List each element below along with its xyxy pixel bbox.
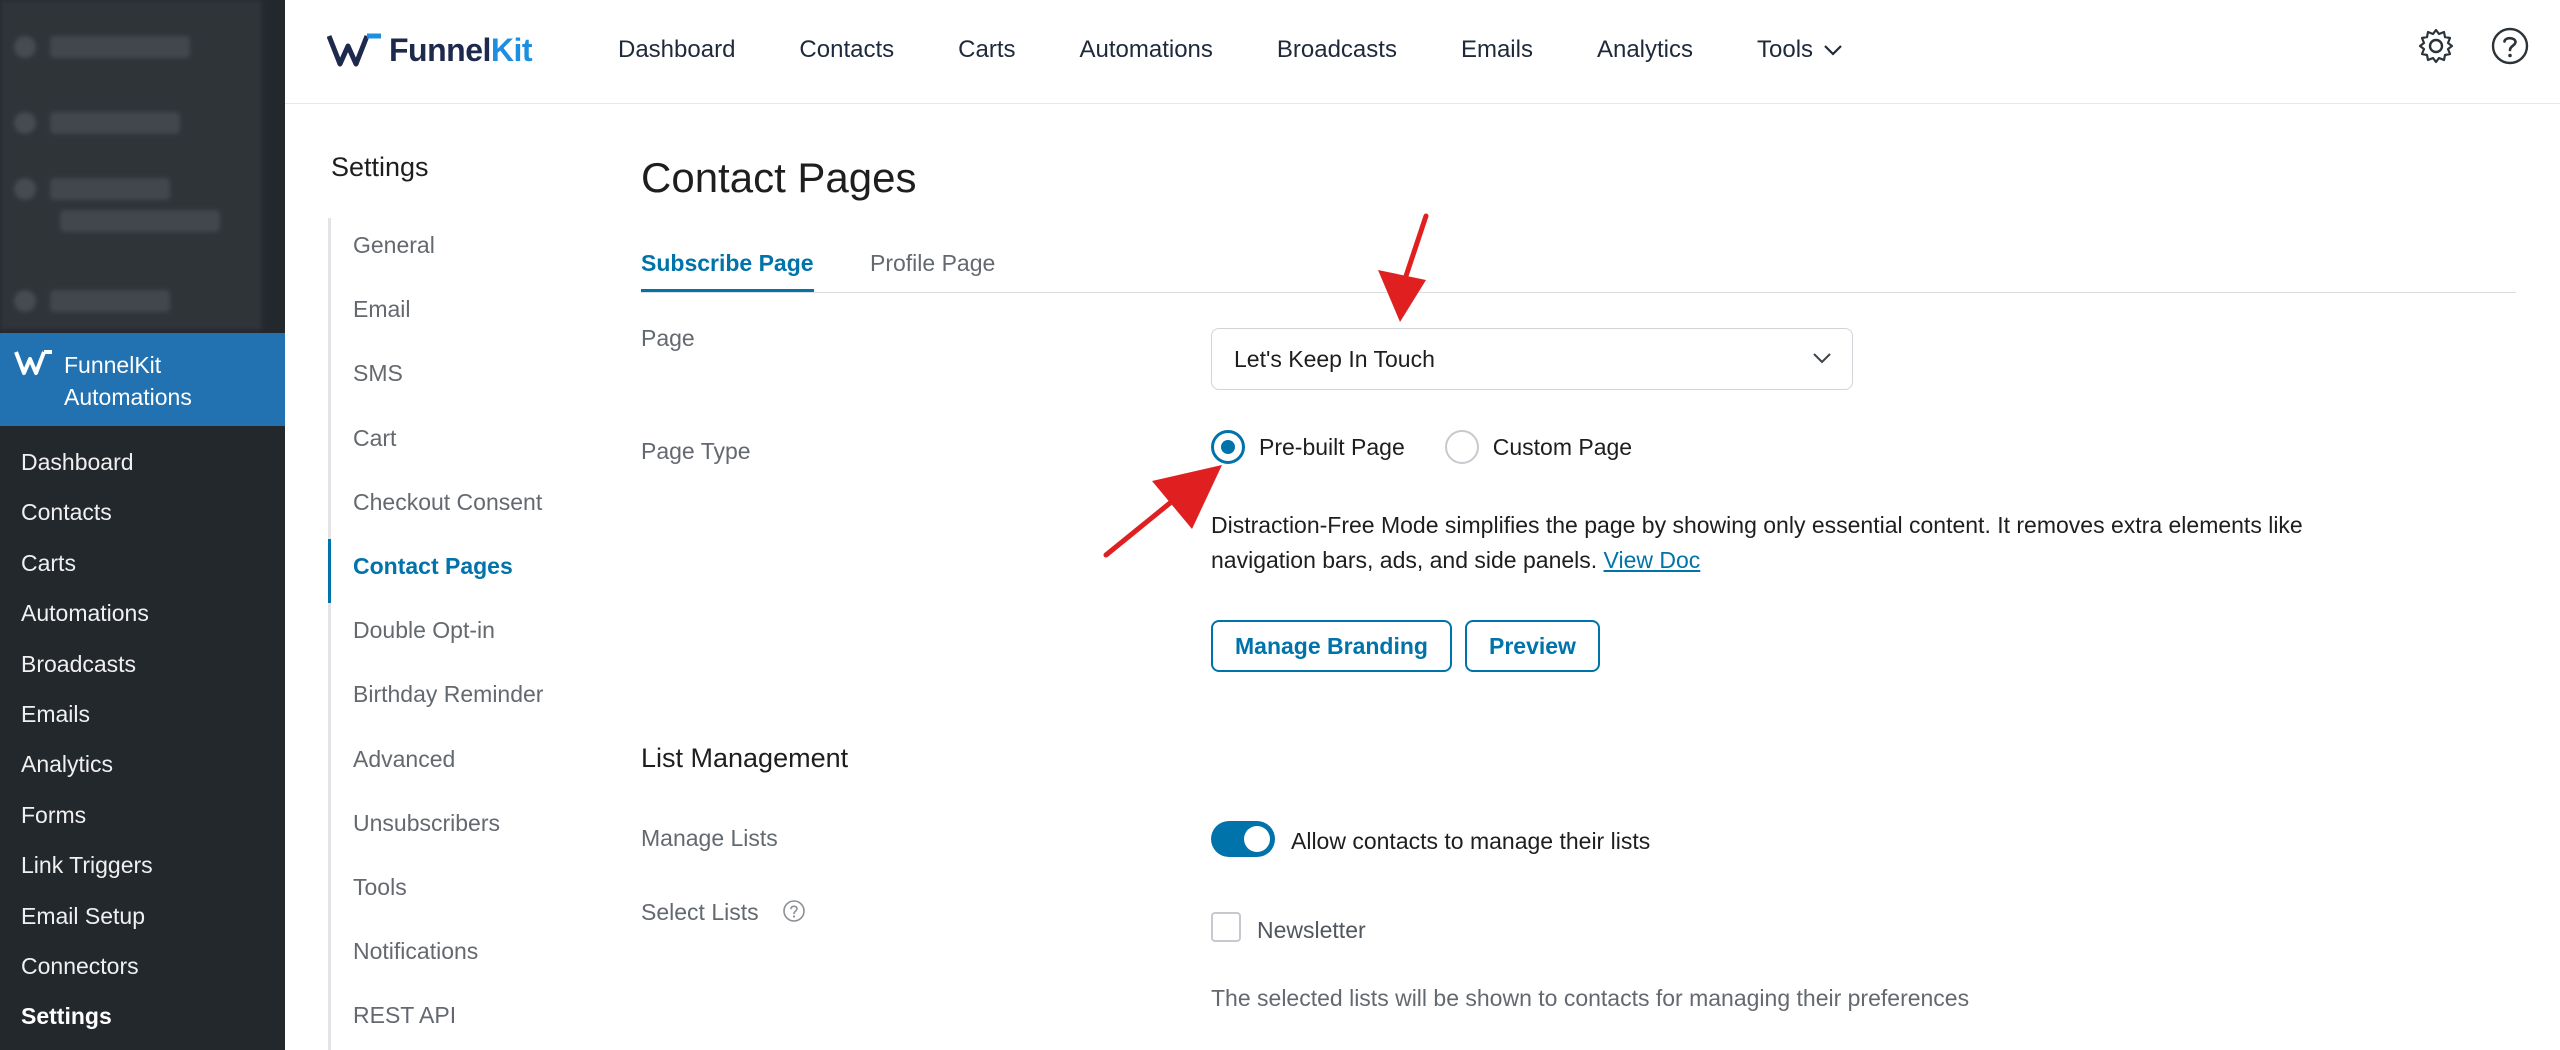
brand-line-2: Automations [64, 384, 192, 410]
newsletter-checkbox[interactable] [1211, 912, 1241, 942]
blurred-menu-area [0, 0, 262, 330]
nav-automations-label: Automations [1079, 36, 1213, 63]
wp-menu-broadcasts[interactable]: Broadcasts [0, 642, 285, 692]
nav-emails[interactable]: Emails [1461, 30, 1533, 70]
tab-subscribe-page[interactable]: Subscribe Page [641, 250, 814, 292]
page-title: Contact Pages [641, 154, 917, 201]
nav-automations[interactable]: Automations [1079, 30, 1212, 70]
top-header: FunnelKit Dashboard Contacts Carts Autom… [285, 0, 2560, 104]
settings-nav-email[interactable]: Email [331, 282, 568, 346]
chevron-down-icon [1824, 45, 1842, 56]
manage-branding-button[interactable]: Manage Branding [1211, 620, 1452, 672]
wp-menu-link-triggers[interactable]: Link Triggers [0, 843, 285, 893]
chevron-down-icon [1813, 353, 1831, 364]
settings-nav-notifications[interactable]: Notifications [331, 924, 568, 988]
nav-tools[interactable]: Tools [1757, 30, 1843, 70]
settings-nav-birthday-reminder[interactable]: Birthday Reminder [331, 667, 568, 731]
settings-nav-advanced[interactable]: Advanced [331, 732, 568, 796]
settings-nav-cart[interactable]: Cart [331, 411, 568, 475]
radio-custom-page[interactable] [1444, 430, 1479, 464]
list-management-title: List Management [641, 743, 849, 773]
newsletter-checkbox-label[interactable]: Newsletter [1257, 917, 1366, 944]
question-circle-icon[interactable] [782, 899, 806, 923]
nav-dashboard[interactable]: Dashboard [618, 30, 735, 70]
help-icon[interactable] [2490, 26, 2530, 66]
brand-line-1: FunnelKit [64, 352, 162, 378]
settings-nav-tools[interactable]: Tools [331, 860, 568, 924]
view-doc-link[interactable]: View Doc [1604, 547, 1701, 573]
settings-nav-double-opt-in[interactable]: Double Opt-in [331, 603, 568, 667]
select-lists-label: Select Lists [641, 899, 759, 925]
nav-analytics-label: Analytics [1596, 36, 1694, 63]
settings-nav-contact-pages[interactable]: Contact Pages [328, 538, 568, 604]
select-lists-hint: The selected lists will be shown to cont… [1211, 985, 1970, 1011]
funnelkit-logo[interactable]: FunnelKit [327, 28, 533, 72]
contact-pages-tabs: Subscribe Page Profile Page [641, 250, 2516, 293]
settings-nav-rest-api[interactable]: REST API [331, 988, 568, 1050]
annotation-arrow-icon [1378, 213, 1429, 322]
wp-admin-sidebar: FunnelKit Automations Dashboard Contacts… [0, 0, 285, 1050]
settings-nav-checkout-consent[interactable]: Checkout Consent [331, 475, 568, 539]
wp-menu-dashboard[interactable]: Dashboard [0, 440, 285, 490]
manage-lists-toggle-label: Allow contacts to manage their lists [1291, 828, 1651, 854]
nav-emails-label: Emails [1460, 36, 1533, 63]
wp-menu-settings[interactable]: Settings [0, 994, 285, 1044]
nav-broadcasts-label: Broadcasts [1276, 36, 1397, 63]
wp-menu-analytics[interactable]: Analytics [0, 742, 285, 792]
page-type-radio-group: Pre-built Page Custom Page [1211, 430, 1672, 464]
wp-menu-emails[interactable]: Emails [0, 692, 285, 742]
wp-menu-connectors[interactable]: Connectors [0, 944, 285, 994]
manage-lists-toggle[interactable] [1211, 821, 1275, 857]
nav-broadcasts[interactable]: Broadcasts [1277, 30, 1397, 70]
page-select-value: Let's Keep In Touch [1234, 346, 1435, 372]
wp-menu-email-setup[interactable]: Email Setup [0, 894, 285, 944]
settings-title: Settings [331, 152, 429, 182]
page-type-label: Page Type [641, 438, 751, 464]
annotation-arrow-icon [1103, 465, 1222, 558]
description-text: Distraction-Free Mode simplifies the pag… [1211, 512, 2303, 573]
logo-text-kit: Kit [490, 31, 533, 68]
settings-subnav: General Email SMS Cart Checkout Consent … [328, 218, 568, 1050]
settings-nav-sms[interactable]: SMS [331, 346, 568, 410]
nav-carts-label: Carts [958, 36, 1016, 63]
logo-text-funnel: Funnel [389, 31, 491, 68]
wp-menu-funnelkit-automations[interactable]: FunnelKit Automations [0, 333, 285, 426]
funnelkit-logo-icon [327, 33, 381, 67]
nav-dashboard-label: Dashboard [618, 36, 736, 63]
nav-analytics[interactable]: Analytics [1597, 30, 1693, 70]
funnelkit-logo-icon [14, 350, 52, 375]
radio-custom-page-label[interactable]: Custom Page [1493, 434, 1632, 461]
preview-button[interactable]: Preview [1465, 620, 1600, 672]
settings-nav-unsubscribers[interactable]: Unsubscribers [331, 796, 568, 860]
nav-tools-label: Tools [1757, 36, 1814, 63]
gear-icon[interactable] [2416, 26, 2456, 66]
radio-prebuilt-page-label[interactable]: Pre-built Page [1259, 434, 1405, 461]
settings-nav-general[interactable]: General [331, 218, 568, 282]
top-nav: Dashboard Contacts Carts Automations Bro… [618, 30, 1907, 70]
nav-contacts-label: Contacts [799, 36, 895, 63]
wp-menu-forms[interactable]: Forms [0, 793, 285, 843]
nav-carts[interactable]: Carts [958, 30, 1015, 70]
distraction-free-description: Distraction-Free Mode simplifies the pag… [1211, 508, 2361, 578]
wp-menu-automations[interactable]: Automations [0, 591, 285, 641]
wp-menu-carts[interactable]: Carts [0, 541, 285, 591]
tab-profile-page[interactable]: Profile Page [870, 250, 995, 292]
manage-lists-label: Manage Lists [641, 825, 778, 851]
wp-menu-contacts[interactable]: Contacts [0, 490, 285, 540]
page-field-label: Page [641, 325, 695, 351]
nav-contacts[interactable]: Contacts [799, 30, 894, 70]
wp-submenu: Dashboard Contacts Carts Automations Bro… [0, 440, 285, 1045]
page-select[interactable]: Let's Keep In Touch [1211, 328, 1853, 390]
